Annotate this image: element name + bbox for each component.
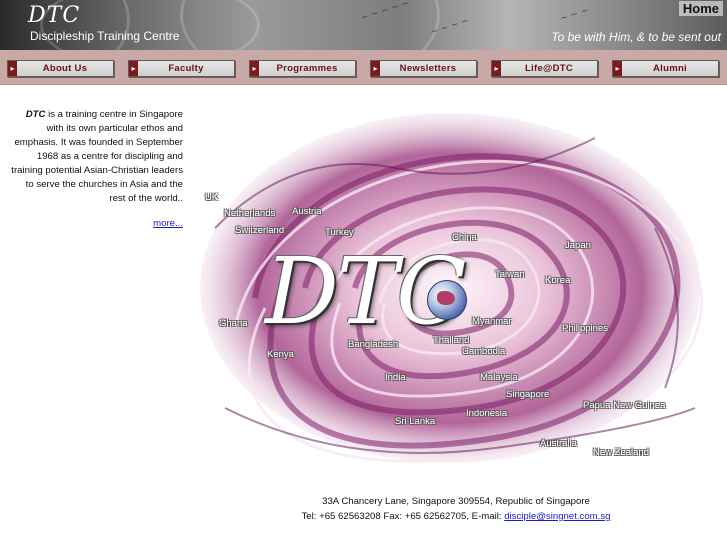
footer-contact-text: Tel: +65 62563208 Fax: +65 62562705, E-m… <box>301 511 505 522</box>
country-label: Netherlands <box>224 208 276 219</box>
intro-paragraph: DTC is a training centre in Singapore wi… <box>8 108 183 206</box>
nav-button-label: Life@DTC <box>524 63 574 74</box>
site-tagline: To be with Him, & to be sent out <box>551 30 721 44</box>
nav-newsletters-button[interactable]: ▸ Newsletters <box>370 60 477 77</box>
intro-text: is a training centre in Singapore with i… <box>11 109 183 204</box>
home-link[interactable]: Home <box>678 1 723 16</box>
nav-about-us-button[interactable]: ▸ About Us <box>7 60 114 77</box>
country-label: Korea <box>545 275 571 286</box>
world-swirl-graphic: DTC UK Netherlands Austria Switzerland T… <box>195 108 710 480</box>
country-label: Singapore <box>506 389 550 400</box>
email-link[interactable]: disciple@singnet.com.sg <box>504 511 610 522</box>
site-logo[interactable]: DTC <box>28 3 80 28</box>
country-label: Sri Lanka <box>395 416 436 427</box>
arrow-right-icon: ▸ <box>613 61 622 76</box>
country-label: Philippines <box>562 323 608 334</box>
country-label: Cambodia <box>462 346 506 357</box>
arrow-right-icon: ▸ <box>8 61 17 76</box>
nav-alumni-button[interactable]: ▸ Alumni <box>612 60 719 77</box>
arrow-right-icon: ▸ <box>371 61 380 76</box>
arrow-right-icon: ▸ <box>129 61 138 76</box>
country-label: Australia <box>540 438 577 449</box>
country-label: Kenya <box>267 349 294 360</box>
nav-button-label: Programmes <box>276 63 338 74</box>
nav-button-label: Newsletters <box>399 63 457 74</box>
country-label: Thailand <box>433 335 470 346</box>
nav-button-label: Faculty <box>168 63 204 74</box>
intro-name: DTC <box>25 109 46 120</box>
footer-address: 33A Chancery Lane, Singapore 309554, Rep… <box>322 496 590 507</box>
arrow-right-icon: ▸ <box>250 61 259 76</box>
country-label: Turkey <box>325 227 354 238</box>
country-label: Austria <box>292 206 322 217</box>
country-label: Malaysia <box>480 372 518 383</box>
country-label: China <box>452 232 477 243</box>
country-label: Myanmar <box>472 316 512 327</box>
country-label: Japan <box>565 240 591 251</box>
nav-life-at-dtc-button[interactable]: ▸ Life@DTC <box>491 60 598 77</box>
site-subtitle: Discipleship Training Centre <box>30 29 180 43</box>
country-label: Bangladesh <box>348 339 399 350</box>
header-map-decoration: ~ ~ ~ <box>559 5 590 25</box>
site-header: ~ ~ ~ ~ ~ ~ ~ ~ ~ ~ ~ ~ DTC Discipleship… <box>0 0 727 50</box>
main-navigation: ▸ About Us ▸ Faculty ▸ Programmes ▸ News… <box>0 50 727 85</box>
country-label: Papua New Guinea <box>583 400 666 411</box>
footer-contact: Tel: +65 62563208 Fax: +65 62562705, E-m… <box>0 511 727 522</box>
globe-icon <box>427 280 467 320</box>
country-label: India <box>385 372 406 383</box>
nav-faculty-button[interactable]: ▸ Faculty <box>128 60 235 77</box>
country-label: Switzerland <box>235 225 285 236</box>
nav-programmes-button[interactable]: ▸ Programmes <box>249 60 356 77</box>
nav-button-label: Alumni <box>653 63 687 74</box>
more-link[interactable]: more... <box>100 218 183 229</box>
country-label: Ghana <box>219 318 248 329</box>
nav-button-label: About Us <box>42 63 88 74</box>
country-label: Taiwan <box>495 269 525 280</box>
country-label: New Zealand <box>593 447 649 458</box>
country-label: Indonesia <box>466 408 508 419</box>
arrow-right-icon: ▸ <box>492 61 501 76</box>
country-label: UK <box>205 192 219 203</box>
